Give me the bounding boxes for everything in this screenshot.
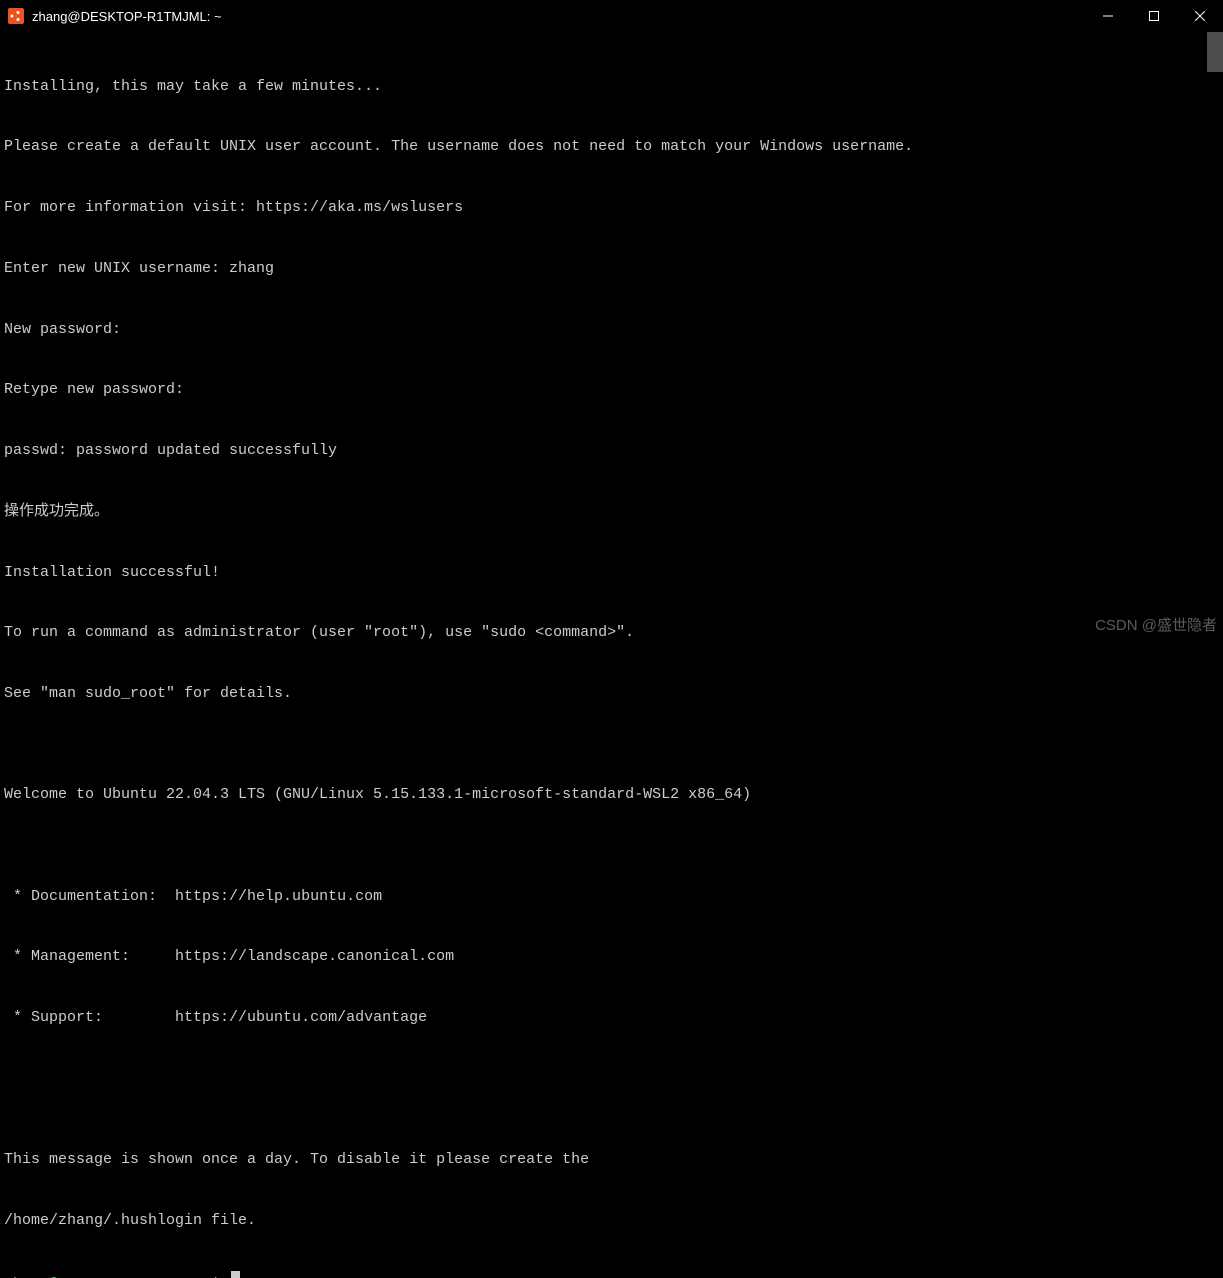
minimize-button[interactable] [1085, 0, 1131, 32]
terminal-line: Installing, this may take a few minutes.… [4, 77, 1219, 97]
window-titlebar: zhang@DESKTOP-R1TMJML: ~ [0, 0, 1223, 32]
maximize-button[interactable] [1131, 0, 1177, 32]
terminal-cursor [231, 1271, 240, 1278]
ubuntu-icon [8, 8, 24, 24]
terminal-line: Welcome to Ubuntu 22.04.3 LTS (GNU/Linux… [4, 785, 1219, 805]
window-title: zhang@DESKTOP-R1TMJML: ~ [32, 9, 222, 24]
terminal-line: Installation successful! [4, 563, 1219, 583]
terminal-line: passwd: password updated successfully [4, 441, 1219, 461]
scrollbar-thumb[interactable] [1207, 32, 1223, 72]
terminal-line: 操作成功完成。 [4, 502, 1219, 522]
prompt-user-host: zhang@DESKTOP-R1TMJML [4, 1275, 193, 1278]
titlebar-left: zhang@DESKTOP-R1TMJML: ~ [0, 8, 222, 24]
vertical-scrollbar[interactable] [1207, 32, 1223, 639]
terminal-line: * Management: https://landscape.canonica… [4, 947, 1219, 967]
terminal-line: See "man sudo_root" for details. [4, 684, 1219, 704]
terminal-line: * Support: https://ubuntu.com/advantage [4, 1008, 1219, 1028]
prompt-separator: : [193, 1275, 202, 1278]
terminal-line: For more information visit: https://aka.… [4, 198, 1219, 218]
terminal-line: * Documentation: https://help.ubuntu.com [4, 887, 1219, 907]
terminal-line: This message is shown once a day. To dis… [4, 1150, 1219, 1170]
terminal-line: New password: [4, 320, 1219, 340]
prompt-path: ~ [202, 1275, 211, 1278]
terminal-line: Retype new password: [4, 380, 1219, 400]
terminal-line: /home/zhang/.hushlogin file. [4, 1211, 1219, 1231]
terminal-body[interactable]: Installing, this may take a few minutes.… [0, 32, 1223, 639]
terminal-line: Enter new UNIX username: zhang [4, 259, 1219, 279]
terminal-prompt[interactable]: zhang@DESKTOP-R1TMJML:~$ [4, 1271, 1219, 1278]
window-controls [1085, 0, 1223, 32]
terminal-line: To run a command as administrator (user … [4, 623, 1219, 643]
terminal-line: Please create a default UNIX user accoun… [4, 137, 1219, 157]
prompt-symbol: $ [211, 1275, 220, 1278]
close-button[interactable] [1177, 0, 1223, 32]
